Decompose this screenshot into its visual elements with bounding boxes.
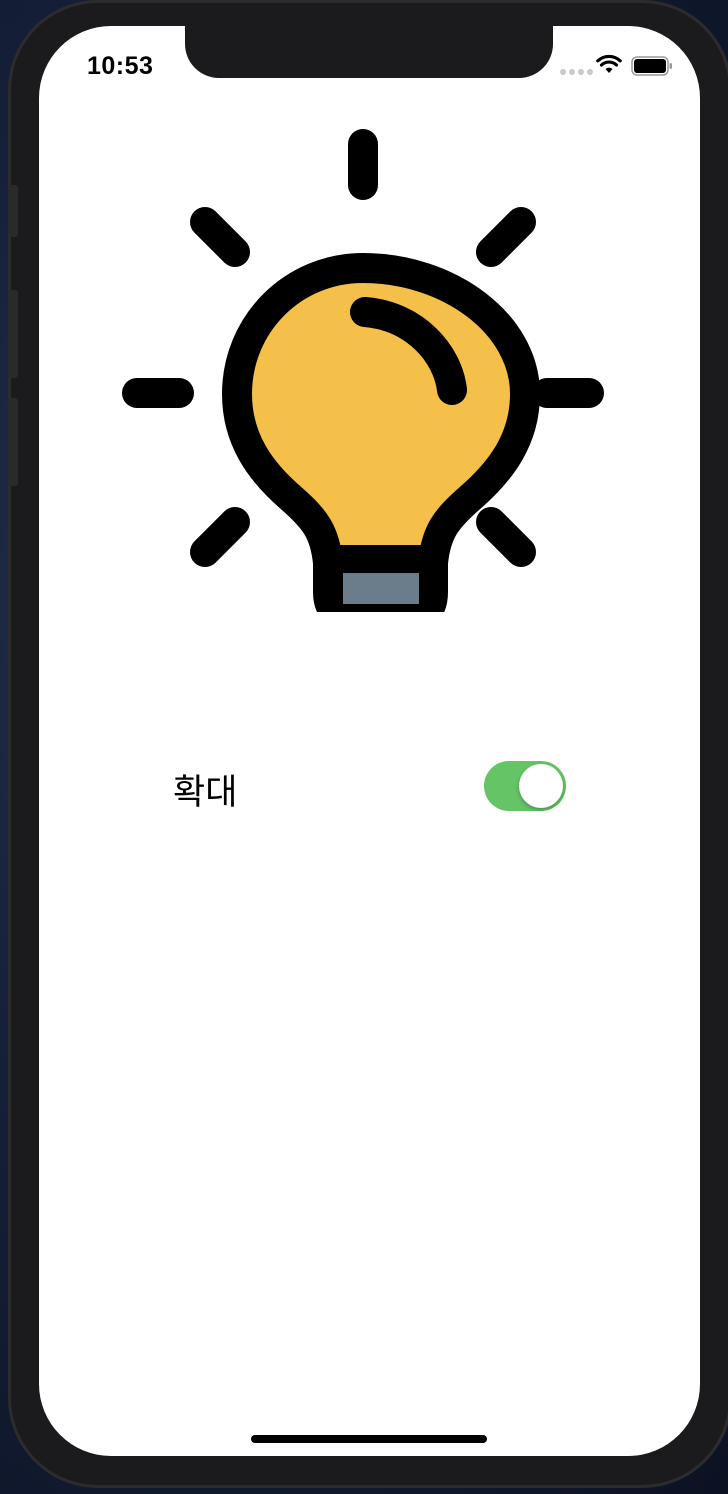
status-time: 10:53 — [87, 52, 154, 80]
volume-up-button — [8, 290, 18, 378]
notch — [185, 26, 553, 78]
lightbulb-icon — [122, 129, 604, 612]
toggle-knob — [519, 764, 563, 808]
silent-switch — [8, 185, 18, 237]
zoom-setting-row: 확대 — [39, 746, 700, 826]
home-indicator[interactable] — [251, 1435, 487, 1443]
app-screen: 10:53 확대 — [39, 26, 700, 1456]
cellular-signal-icon — [560, 69, 593, 75]
battery-icon — [631, 56, 672, 76]
wifi-icon — [596, 54, 622, 73]
zoom-toggle-switch[interactable] — [484, 761, 566, 811]
zoom-label: 확대 — [173, 773, 238, 813]
volume-down-button — [8, 398, 18, 486]
